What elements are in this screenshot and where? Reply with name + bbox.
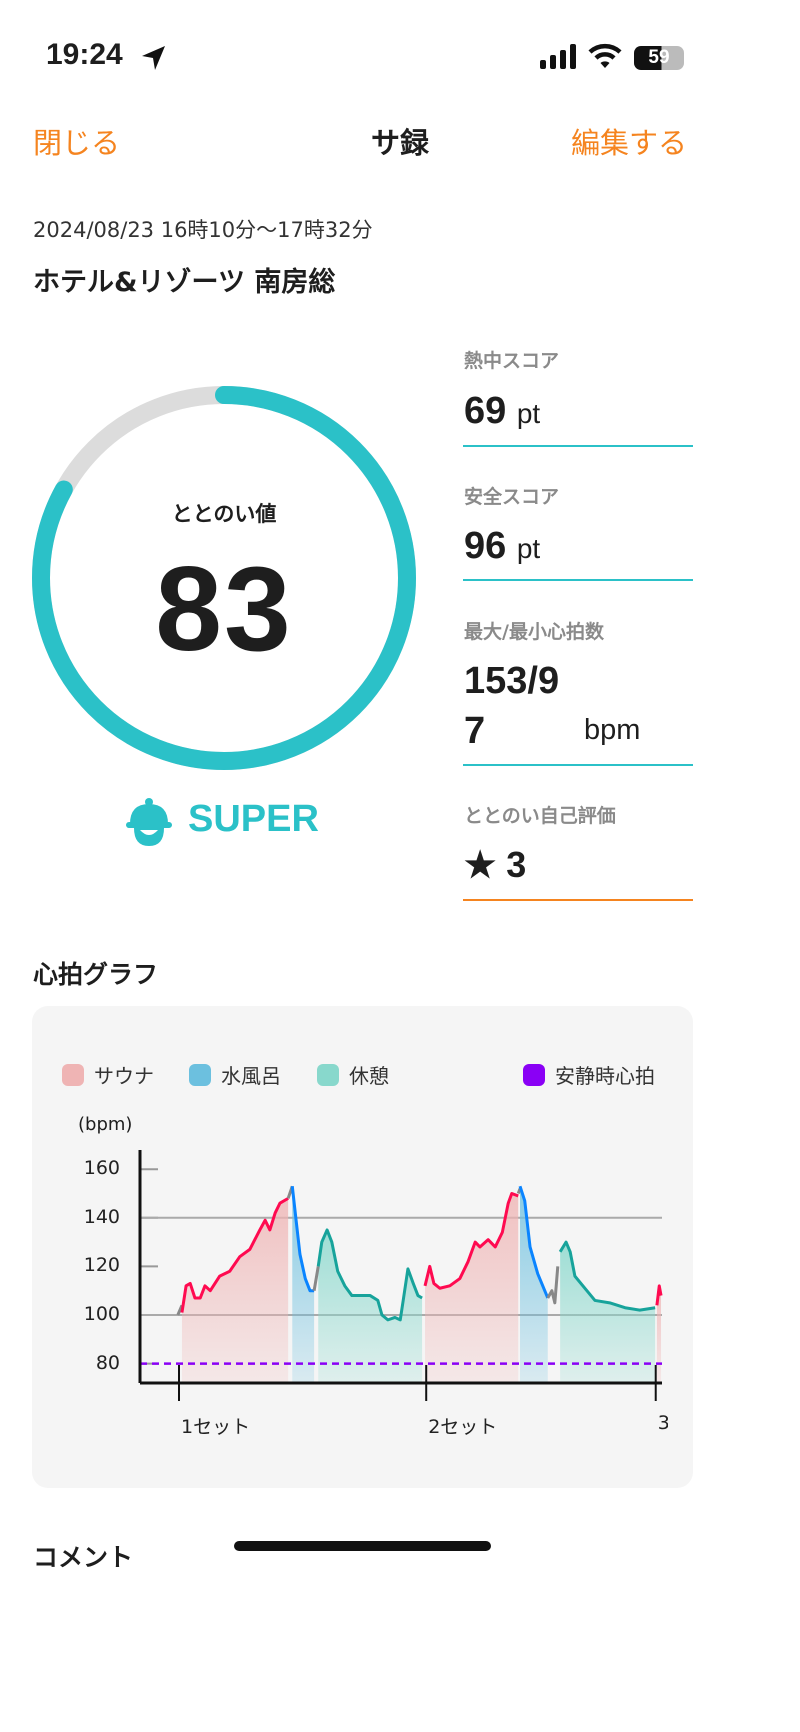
- transition-line: [546, 1266, 560, 1305]
- rest-area: [560, 1242, 656, 1383]
- comment-title: コメント: [33, 1543, 134, 1572]
- transition-line: [312, 1266, 320, 1291]
- home-indicator[interactable]: [234, 1541, 491, 1551]
- heart-rate-chart: [138, 1150, 663, 1401]
